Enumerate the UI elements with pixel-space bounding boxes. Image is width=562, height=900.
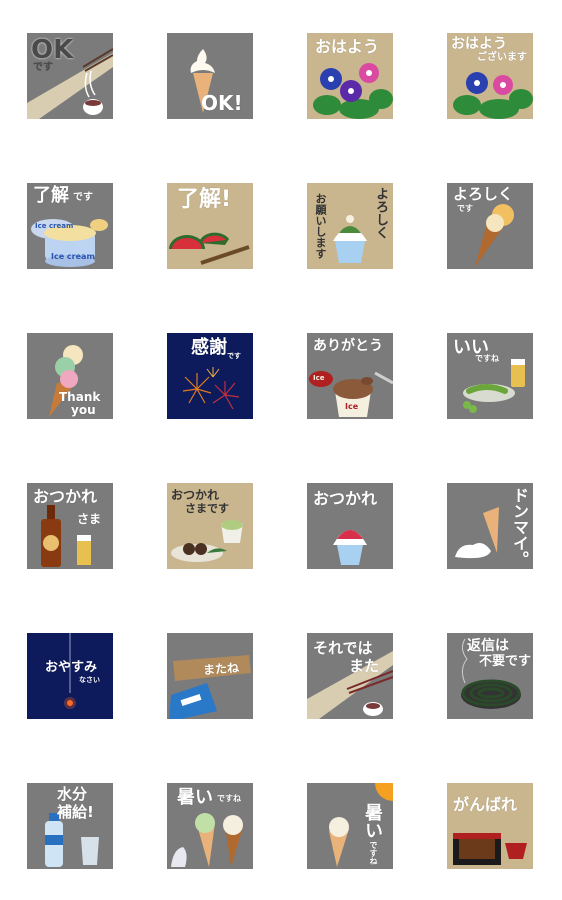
lid-label: Ice (313, 374, 325, 382)
triple-cone-icon (49, 345, 83, 417)
sticker-text: がんばれ (453, 795, 518, 814)
sticker-otsukare[interactable]: おつかれ (307, 483, 393, 569)
sticker-yoroshiku-desu[interactable]: よろしく です (447, 183, 533, 269)
sticker-text: おつかれ (313, 489, 378, 508)
sticker-text: おはよう (451, 36, 507, 52)
sticker-text: 感謝 (191, 337, 227, 358)
sparkler-icon (64, 633, 76, 709)
sticker-text: またね (202, 660, 240, 678)
sticker-text: おつかれ (33, 487, 98, 506)
sticker-soredewa-mata[interactable]: それでは また (307, 633, 393, 719)
sticker-text: おはよう (315, 37, 380, 56)
sticker-henshin-fuyou[interactable]: 返信は 不要です (447, 633, 533, 719)
sticker-ohayou[interactable]: おはよう (307, 33, 393, 119)
sticker-yoroshiku-onegai[interactable]: よろしく お願いします (307, 183, 393, 269)
sticker-text: OK (31, 35, 74, 65)
sticker-text: おつかれ (171, 488, 220, 502)
sticker-oyasumi[interactable]: おやすみ なさい (27, 633, 113, 719)
sticker-otsukare-samadesu[interactable]: おつかれ さまです (167, 483, 253, 569)
sticker-text: 了解 (33, 185, 69, 206)
sticker-text: お願いします (314, 193, 327, 259)
sticker-subtext: です (33, 62, 53, 73)
sticker-subtext: ですね (369, 841, 378, 865)
sticker-ohayou-gozaimasu[interactable]: おはよう ございます (447, 33, 533, 119)
sticker-atsui-desune-vertical[interactable]: 暑い ですね (307, 783, 393, 869)
sticker-otsukare-sama[interactable]: おつかれ さま (27, 483, 113, 569)
cup-label: Ice cream (51, 252, 95, 261)
sticker-arigatou[interactable]: ありがとう Ice Ice (307, 333, 393, 419)
sticker-text: 暑い (177, 787, 213, 808)
sticker-text: 了解! (177, 187, 232, 212)
sticker-subtext: です (227, 352, 241, 360)
sticker-subtext: さま (77, 512, 102, 526)
sticker-text: ありがとう (313, 338, 383, 354)
sticker-donmai[interactable]: ドンマイ。 (447, 483, 533, 569)
sticker-text: おやすみ (45, 660, 98, 675)
sticker-atsui-desune[interactable]: 暑い ですね (167, 783, 253, 869)
sticker-subtext: です (457, 204, 473, 213)
sticker-text: 水分 (57, 785, 88, 803)
sticker-text: OK! (201, 91, 243, 115)
sticker-text: ドンマイ。 (510, 487, 529, 567)
sticker-text: また (349, 657, 380, 675)
sticker-text: Thank (59, 390, 101, 404)
sticker-text: 補給! (57, 803, 94, 821)
sticker-subtext: ですね (217, 794, 241, 803)
sticker-subtext: ですね (475, 354, 499, 363)
sticker-ok[interactable]: OK! (167, 33, 253, 119)
sticker-ok-desu[interactable]: OK です (27, 33, 113, 119)
sticker-thank-you[interactable]: Thank you (27, 333, 113, 419)
sticker-text: よろしく (453, 185, 514, 203)
cup-label: Ice (345, 402, 359, 411)
lid-label: Ice cream (35, 222, 74, 230)
sticker-subtext: です (73, 192, 93, 203)
sticker-subtext: さまです (185, 502, 229, 515)
sticker-text: 不要です (479, 654, 532, 669)
sticker-subtext: ございます (477, 52, 527, 63)
sticker-text: よろしく (373, 187, 388, 239)
sticker-matane[interactable]: またね (167, 633, 253, 719)
sticker-text: 返信は (467, 638, 509, 654)
sticker-subtext: なさい (79, 676, 100, 684)
sticker-suibun-hokyuu[interactable]: 水分 補給! (27, 783, 113, 869)
sticker-text: 暑い (362, 803, 383, 839)
sticker-text: you (71, 403, 96, 417)
sticker-ii-desune[interactable]: いい ですね (447, 333, 533, 419)
sticker-ryoukai[interactable]: 了解! (167, 183, 253, 269)
sticker-text: それでは (313, 639, 373, 657)
sticker-kansha[interactable]: 感謝 です (167, 333, 253, 419)
sticker-ganbare[interactable]: がんばれ (447, 783, 533, 869)
sticker-ryoukai-desu[interactable]: 了解 です Ice cream Ice cream (27, 183, 113, 269)
